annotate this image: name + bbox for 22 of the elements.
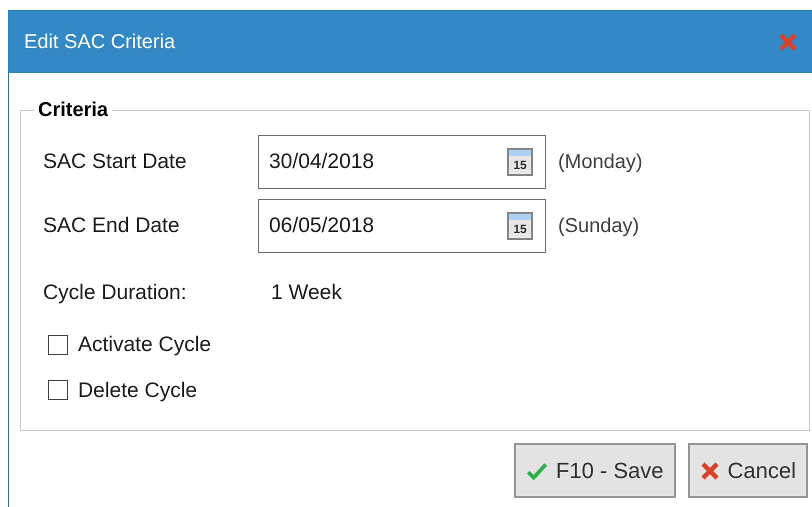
checkbox[interactable] [48,334,68,355]
date-value: 30/04/2018 [269,149,374,176]
save-button[interactable]: F10 - Save [514,443,676,498]
calendar-icon[interactable]: 15 [507,212,533,240]
field-label: SAC Start Date [43,149,188,176]
checkbox-option[interactable]: Activate Cycle [48,329,212,360]
cancel-button[interactable]: Cancel [688,443,808,498]
checkbox[interactable] [48,380,68,400]
window-title: Edit SAC Criteria [24,30,176,55]
weekday-text: (Monday) [558,150,642,175]
weekday-text: (Sunday) [558,214,640,239]
date-value: 06/05/2018 [269,213,374,240]
calendar-icon[interactable]: 15 [507,148,533,176]
date-field[interactable]: 06/05/2018 15 [258,199,546,253]
field-label: Cycle Duration: [43,280,188,306]
date-field[interactable]: 30/04/2018 15 [258,135,546,189]
checkbox-option[interactable]: Delete Cycle [48,374,198,406]
duration-value: 1 Week [271,280,342,306]
close-icon [700,460,720,480]
field-label: SAC End Date [43,213,181,240]
close-icon [778,32,798,52]
group-legend: Criteria [34,95,112,125]
